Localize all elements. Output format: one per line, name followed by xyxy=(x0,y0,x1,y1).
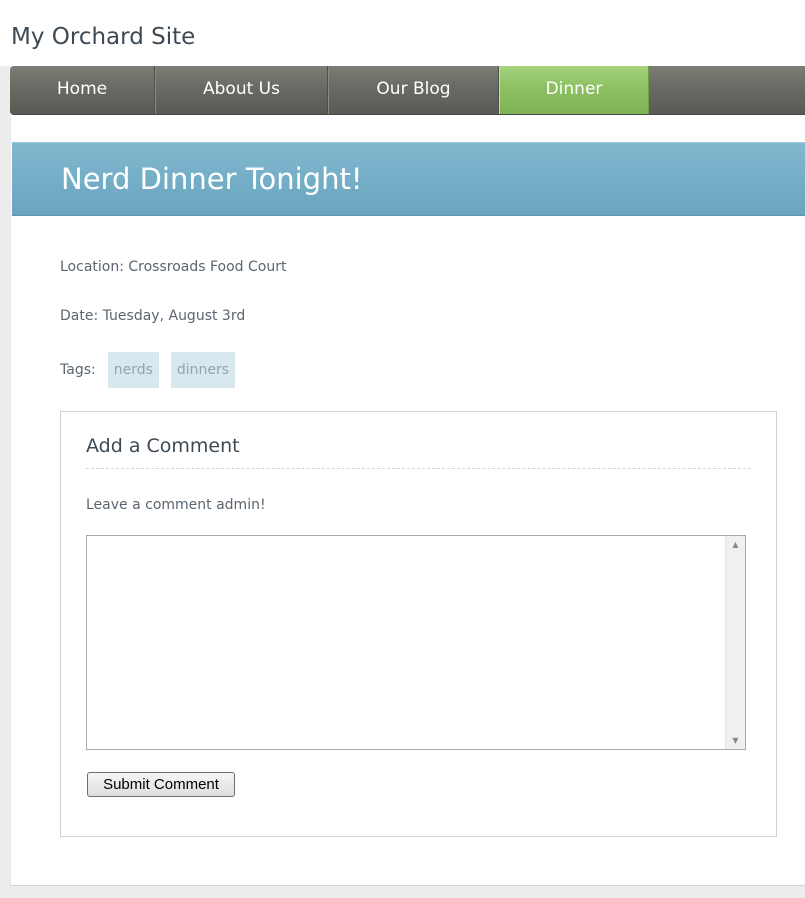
tags-row: Tags: nerds dinners xyxy=(60,351,247,388)
tag-nerds[interactable]: nerds xyxy=(107,351,159,388)
nav-item-home[interactable]: Home xyxy=(10,66,155,114)
main-content: Nerd Dinner Tonight! Location: Crossroad… xyxy=(10,115,805,886)
page-hero: Nerd Dinner Tonight! xyxy=(12,142,805,216)
event-date: Date: Tuesday, August 3rd xyxy=(60,308,246,324)
comment-prompt: Leave a comment admin! xyxy=(86,497,266,513)
nav-item-about-us[interactable]: About Us xyxy=(155,66,328,114)
submit-comment-button[interactable]: Submit Comment xyxy=(87,772,235,797)
event-location: Location: Crossroads Food Court xyxy=(60,259,287,275)
textarea-scrollbar[interactable]: ▲ ▼ xyxy=(725,536,745,749)
comment-textarea-wrapper: ▲ ▼ xyxy=(86,535,746,750)
nav-item-our-blog[interactable]: Our Blog xyxy=(328,66,499,114)
scroll-down-arrow-icon[interactable]: ▼ xyxy=(726,732,745,749)
site-header: My Orchard Site xyxy=(0,0,805,66)
comment-heading: Add a Comment xyxy=(86,432,751,469)
scroll-up-arrow-icon[interactable]: ▲ xyxy=(726,536,745,553)
main-nav: Home About Us Our Blog Dinner xyxy=(10,66,805,115)
tag-dinners[interactable]: dinners xyxy=(170,351,236,388)
tags-label: Tags: xyxy=(60,361,96,378)
comment-textarea[interactable] xyxy=(87,536,724,749)
site-title[interactable]: My Orchard Site xyxy=(11,21,195,53)
page-title: Nerd Dinner Tonight! xyxy=(61,162,363,196)
comment-form: Add a Comment Leave a comment admin! ▲ ▼… xyxy=(60,411,777,837)
nav-item-dinner[interactable]: Dinner xyxy=(499,66,649,114)
